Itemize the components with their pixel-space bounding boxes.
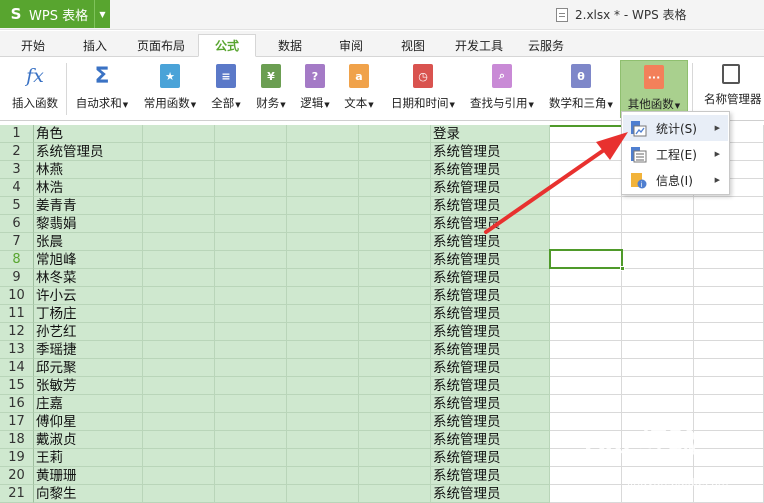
watermark-url: jingyan.baidu.com bbox=[627, 476, 729, 489]
baidu-watermark: Bai 经验 jingyan.baidu.com bbox=[584, 418, 754, 500]
watermark-logo-text: Bai 经验 bbox=[584, 427, 700, 460]
